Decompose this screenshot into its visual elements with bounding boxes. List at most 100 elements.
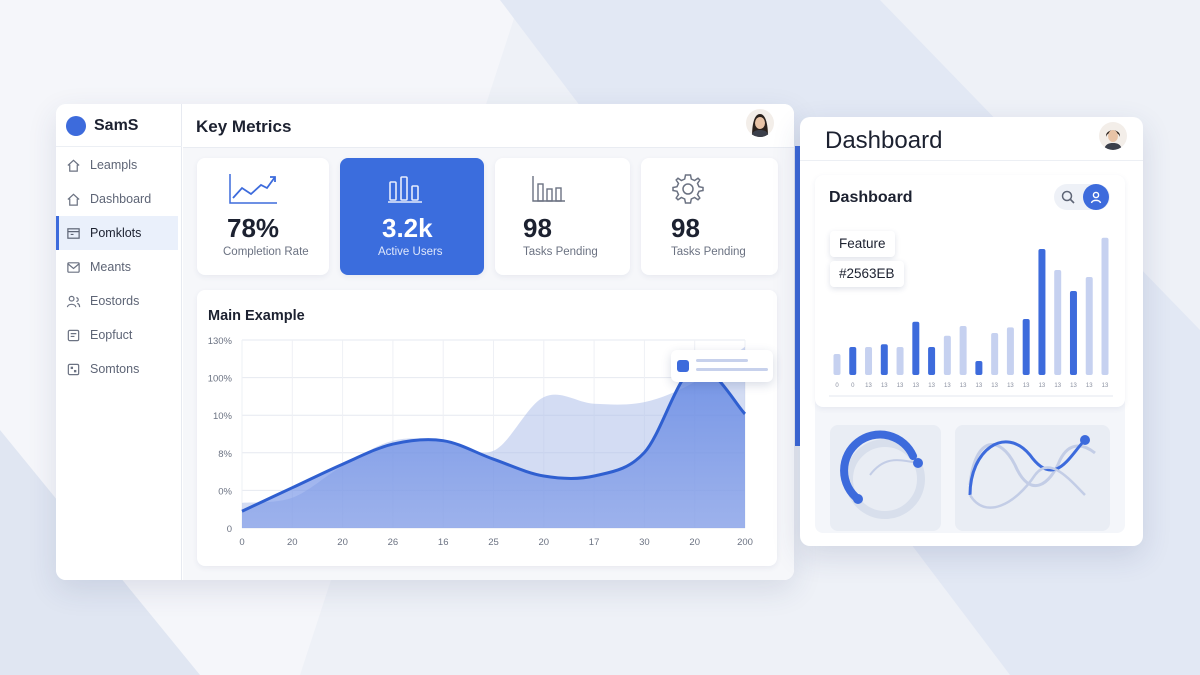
main-chart-card: Main Example 130% 100% 10% 8% 0% 0 0 20 20 26 16 25… — [197, 290, 777, 566]
x-tick-label: 20 — [337, 537, 348, 548]
metric-card-tasks-pending-2[interactable]: 98 Tasks Pending — [641, 158, 778, 275]
bar[interactable] — [1006, 327, 1014, 375]
bar[interactable] — [1054, 270, 1062, 375]
x-tick-label: 13 — [1102, 383, 1109, 389]
bar[interactable] — [928, 347, 936, 375]
metric-label: Tasks Pending — [523, 246, 598, 258]
sidebar-item-eostords[interactable]: Eostords — [56, 284, 182, 318]
x-tick-label: 20 — [539, 537, 550, 548]
x-tick-label: 13 — [960, 383, 967, 389]
bar[interactable] — [1069, 291, 1077, 375]
sidebar-item-label: Dashboard — [90, 192, 152, 206]
x-tick-label: 13 — [928, 383, 935, 389]
bar[interactable] — [943, 335, 951, 375]
window-title: Dashboard — [825, 127, 943, 154]
bar[interactable] — [1022, 319, 1030, 375]
metric-label: Completion Rate — [223, 246, 309, 258]
page-title: Key Metrics — [196, 117, 292, 136]
sidebar-item-label: Eopfuct — [90, 328, 133, 342]
x-tick-label: 30 — [639, 537, 650, 548]
window-divider — [800, 160, 1143, 161]
metric-label: Active Users — [378, 246, 443, 258]
area-chart: 130% 100% 10% 8% 0% 00 20 20 26 16 25 20 17 30 20 200 — [208, 336, 753, 548]
bar[interactable] — [1085, 277, 1093, 375]
tooltip-marker-icon — [677, 360, 689, 372]
bar[interactable] — [1101, 237, 1109, 375]
user-avatar-icon — [1099, 122, 1127, 150]
tooltip-line — [696, 359, 748, 362]
x-tick-label: 25 — [488, 537, 499, 548]
wave-card — [955, 425, 1110, 531]
metric-value: 98 — [523, 213, 552, 243]
bar[interactable] — [991, 333, 999, 375]
x-tick-label: 13 — [865, 383, 872, 389]
x-tick-label: 13 — [976, 383, 983, 389]
dashboard-inner-panel: Dashboard Feature #2563EB 0 0 13 13 13 13 13 13… — [815, 175, 1125, 533]
sidebar-item-dashboard[interactable]: Dashboard — [56, 182, 182, 216]
home-icon — [67, 159, 80, 172]
mail-icon — [67, 261, 80, 273]
sidebar-item-label: Eostords — [90, 294, 140, 308]
avatar[interactable] — [1099, 122, 1127, 150]
box-icon — [67, 329, 80, 341]
sidebar-item-leampls[interactable]: Leampls — [56, 148, 182, 182]
top-bar: Key Metrics — [183, 104, 794, 148]
sidebar-divider — [56, 146, 182, 147]
wave-chart-icon — [968, 435, 1096, 509]
y-tick-label: 0% — [218, 486, 232, 497]
metric-value: 3.2k — [382, 213, 433, 243]
metric-card-active-users[interactable]: 3.2k Active Users — [340, 158, 484, 275]
metric-card-completion[interactable]: 78% Completion Rate — [197, 158, 329, 275]
gauge-icon — [840, 430, 925, 519]
x-tick-label: 0 — [835, 383, 839, 389]
sidebar-item-meants[interactable]: Meants — [56, 250, 182, 284]
gauge-card — [830, 425, 941, 531]
x-tick-label: 13 — [991, 383, 998, 389]
metric-card-tasks-pending[interactable]: 98 Tasks Pending — [495, 158, 630, 275]
x-tick-label: 13 — [944, 383, 951, 389]
y-tick-label: 100% — [208, 374, 233, 385]
x-tick-label: 13 — [1007, 383, 1014, 389]
grid-icon — [67, 363, 80, 375]
x-tick-label: 0 — [851, 383, 855, 389]
bar[interactable] — [833, 354, 841, 375]
bar[interactable] — [1038, 249, 1046, 375]
avatar[interactable] — [746, 109, 774, 137]
x-tick-label: 13 — [1054, 383, 1061, 389]
bar[interactable] — [896, 347, 904, 375]
sidebar: SamS Leampls Dashboard Pomklots Meants E… — [56, 104, 182, 580]
bar[interactable] — [975, 361, 983, 375]
y-tick-label: 10% — [213, 411, 233, 422]
sidebar-item-eopfuct[interactable]: Eopfuct — [56, 318, 182, 352]
sidebar-item-label: Leampls — [90, 158, 138, 172]
x-tick-label: 13 — [897, 383, 904, 389]
x-tick-label: 13 — [1039, 383, 1046, 389]
bar[interactable] — [912, 321, 920, 375]
sidebar-item-label: Meants — [90, 260, 131, 274]
x-tick-label: 13 — [1086, 383, 1093, 389]
metric-value: 78% — [227, 213, 280, 243]
sidebar-item-label: Somtons — [90, 362, 140, 376]
sidebar-item-pomklots[interactable]: Pomklots — [56, 216, 178, 250]
bar[interactable] — [959, 326, 967, 375]
bar-chart-card: Dashboard Feature #2563EB 0 0 13 13 13 13 13 13… — [815, 175, 1125, 407]
metric-label: Tasks Pending — [671, 246, 746, 258]
brand-logo-icon — [66, 116, 86, 136]
x-tick-label: 26 — [388, 537, 399, 548]
bar-chart-icon — [388, 176, 422, 203]
main-window: SamS Leampls Dashboard Pomklots Meants E… — [56, 104, 794, 580]
y-tick-label: 8% — [218, 449, 232, 460]
sidebar-item-somtons[interactable]: Somtons — [56, 352, 182, 386]
tooltip-line — [696, 368, 768, 371]
users-icon — [66, 295, 81, 307]
x-tick-label: 16 — [438, 537, 449, 548]
y-tick-label: 130% — [208, 336, 233, 347]
sidebar-item-label: Pomklots — [90, 226, 142, 240]
bar[interactable] — [880, 344, 888, 375]
panel-icon — [67, 227, 80, 239]
x-tick-label: 0 — [239, 537, 244, 548]
bar[interactable] — [849, 347, 857, 375]
x-tick-label: 20 — [287, 537, 298, 548]
bar[interactable] — [865, 347, 873, 375]
home-icon — [67, 193, 80, 206]
